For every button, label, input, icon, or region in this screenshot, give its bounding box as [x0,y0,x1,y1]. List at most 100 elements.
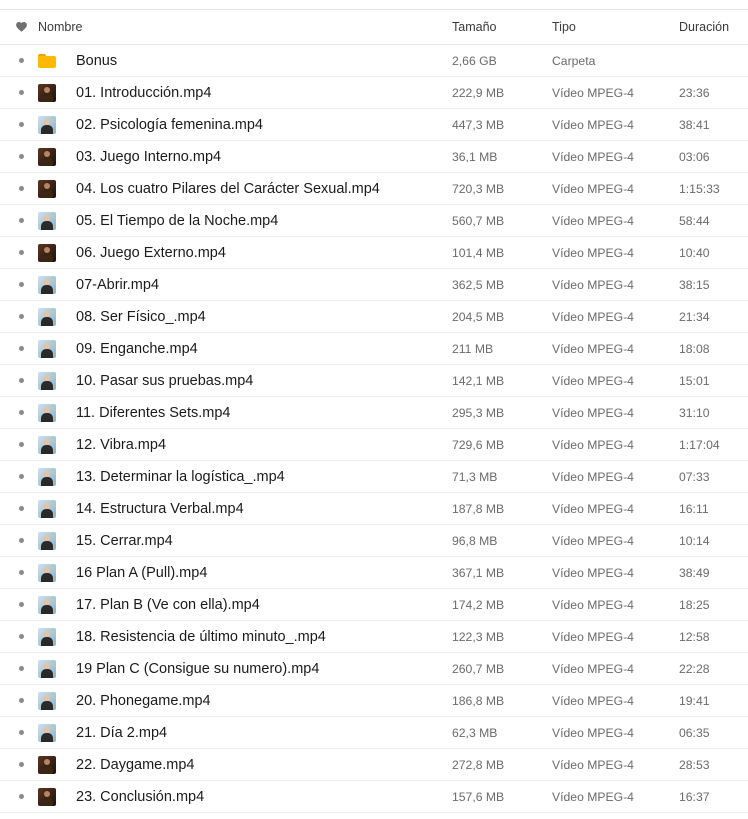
file-size: 174,2 MB [452,597,505,612]
file-type: Vídeo MPEG-4 [552,501,634,516]
favorite-toggle[interactable] [11,653,31,684]
favorite-toggle[interactable] [11,301,31,332]
favorite-toggle[interactable] [11,269,31,300]
file-name[interactable]: 09. Enganche.mp4 [76,333,198,364]
table-row[interactable]: 18. Resistencia de último minuto_.mp4 122… [0,621,748,653]
column-header-size[interactable]: Tamaño [452,10,496,44]
dot-icon [18,634,24,639]
file-name[interactable]: 12. Vibra.mp4 [76,429,166,460]
file-name[interactable]: 01. Introducción.mp4 [76,77,211,108]
file-name[interactable]: 07-Abrir.mp4 [76,269,159,300]
favorite-toggle[interactable] [11,493,31,524]
table-row[interactable]: 03. Juego Interno.mp4 36,1 MB Vídeo MPEG-4… [0,141,748,173]
table-row[interactable]: 12. Vibra.mp4 729,6 MB Vídeo MPEG-4 1:17:04 [0,429,748,461]
table-row[interactable]: 07-Abrir.mp4 362,5 MB Vídeo MPEG-4 38:15 [0,269,748,301]
column-header-type[interactable]: Tipo [552,10,576,44]
file-name[interactable]: Bonus [76,45,117,76]
table-row[interactable]: 01. Introducción.mp4 222,9 MB Vídeo MPEG-4… [0,77,748,109]
table-row[interactable]: 06. Juego Externo.mp4 101,4 MB Vídeo MPEG-… [0,237,748,269]
favorite-toggle[interactable] [11,237,31,268]
folder-icon [38,53,56,68]
favorite-toggle[interactable] [11,717,31,748]
file-type-icon [38,429,58,460]
favorite-toggle[interactable] [11,525,31,556]
table-row[interactable]: 22. Daygame.mp4 272,8 MB Vídeo MPEG-4 28:53 [0,749,748,781]
table-row[interactable]: 19 Plan C (Consigue su numero).mp4 260,7 … [0,653,748,685]
column-header-name[interactable]: Nombre [38,10,82,44]
table-row[interactable]: 10. Pasar sus pruebas.mp4 142,1 MB Vídeo M… [0,365,748,397]
file-name[interactable]: 14. Estructura Verbal.mp4 [76,493,244,524]
file-name[interactable]: 18. Resistencia de último minuto_.mp4 [76,621,326,652]
table-row[interactable]: 11. Diferentes Sets.mp4 295,3 MB Vídeo MPE… [0,397,748,429]
table-row[interactable]: 17. Plan B (Ve con ella).mp4 174,2 MB Víde… [0,589,748,621]
file-name[interactable]: 16 Plan A (Pull).mp4 [76,557,207,588]
favorite-toggle[interactable] [11,365,31,396]
video-thumbnail-icon [38,787,56,806]
file-duration: 19:41 [679,693,710,708]
favorite-toggle[interactable] [11,109,31,140]
table-row[interactable]: 14. Estructura Verbal.mp4 187,8 MB Vídeo M… [0,493,748,525]
favorite-toggle[interactable] [11,557,31,588]
dot-icon [18,474,24,479]
file-name[interactable]: 21. Día 2.mp4 [76,717,167,748]
file-duration: 16:11 [679,501,709,516]
favorite-toggle[interactable] [11,45,31,76]
file-duration: 12:58 [679,629,710,644]
video-thumbnail-icon [38,243,56,262]
table-row[interactable]: 15. Cerrar.mp4 96,8 MB Vídeo MPEG-4 10:14 [0,525,748,557]
table-row[interactable]: 05. El Tiempo de la Noche.mp4 560,7 MB Víd… [0,205,748,237]
dot-icon [18,282,24,287]
file-name[interactable]: 22. Daygame.mp4 [76,749,194,780]
file-name[interactable]: 03. Juego Interno.mp4 [76,141,221,172]
video-thumbnail-icon [38,115,56,134]
file-name[interactable]: 11. Diferentes Sets.mp4 [76,397,230,428]
file-type-icon [38,781,58,812]
file-name[interactable]: 10. Pasar sus pruebas.mp4 [76,365,253,396]
table-row[interactable]: 16 Plan A (Pull).mp4 367,1 MB Vídeo MPEG-4… [0,557,748,589]
favorite-toggle[interactable] [11,429,31,460]
file-name[interactable]: 05. El Tiempo de la Noche.mp4 [76,205,278,236]
favorite-toggle[interactable] [11,781,31,812]
file-name[interactable]: 17. Plan B (Ve con ella).mp4 [76,589,260,620]
favorite-toggle[interactable] [11,749,31,780]
file-type: Vídeo MPEG-4 [552,565,634,580]
table-row[interactable]: 23. Conclusión.mp4 157,6 MB Vídeo MPEG-4 16… [0,781,748,813]
favorite-toggle[interactable] [11,685,31,716]
table-row[interactable]: 08. Ser Físico_.mp4 204,5 MB Vídeo MPEG-4 2… [0,301,748,333]
file-type-icon [38,333,58,364]
favorite-toggle[interactable] [11,205,31,236]
table-row[interactable]: Bonus 2,66 GB Carpeta [0,45,748,77]
column-header-duration[interactable]: Duración [679,10,729,44]
table-row[interactable]: 09. Enganche.mp4 211 MB Vídeo MPEG-4 18:08 [0,333,748,365]
file-name[interactable]: 23. Conclusión.mp4 [76,781,204,812]
file-duration: 10:40 [679,245,710,260]
favorite-toggle[interactable] [11,461,31,492]
file-size: 204,5 MB [452,309,505,324]
file-name[interactable]: 13. Determinar la logística_.mp4 [76,461,285,492]
file-type-icon [38,77,58,108]
table-row[interactable]: 21. Día 2.mp4 62,3 MB Vídeo MPEG-4 06:35 [0,717,748,749]
file-name[interactable]: 15. Cerrar.mp4 [76,525,173,556]
table-row[interactable]: 13. Determinar la logística_.mp4 71,3 MB V… [0,461,748,493]
file-name[interactable]: 06. Juego Externo.mp4 [76,237,226,268]
file-name[interactable]: 20. Phonegame.mp4 [76,685,211,716]
file-name[interactable]: 08. Ser Físico_.mp4 [76,301,206,332]
favorite-toggle[interactable] [11,77,31,108]
table-row[interactable]: 02. Psicología femenina.mp4 447,3 MB Vídeo… [0,109,748,141]
file-type: Vídeo MPEG-4 [552,245,634,260]
dot-icon [18,730,24,735]
favorite-toggle[interactable] [11,141,31,172]
file-type-icon [38,269,58,300]
table-row[interactable]: 20. Phonegame.mp4 186,8 MB Vídeo MPEG-4 19:… [0,685,748,717]
file-name[interactable]: 19 Plan C (Consigue su numero).mp4 [76,653,319,684]
favorite-toggle[interactable] [11,589,31,620]
favorite-toggle[interactable] [11,173,31,204]
table-row[interactable]: 04. Los cuatro Pilares del Carácter Sexu… [0,173,748,205]
favorite-toggle[interactable] [11,397,31,428]
favorite-toggle[interactable] [11,621,31,652]
favorites-column-header[interactable] [11,10,31,44]
file-name[interactable]: 04. Los cuatro Pilares del Carácter Sexu… [76,173,380,204]
file-name[interactable]: 02. Psicología femenina.mp4 [76,109,263,140]
favorite-toggle[interactable] [11,333,31,364]
file-type-icon [38,173,58,204]
